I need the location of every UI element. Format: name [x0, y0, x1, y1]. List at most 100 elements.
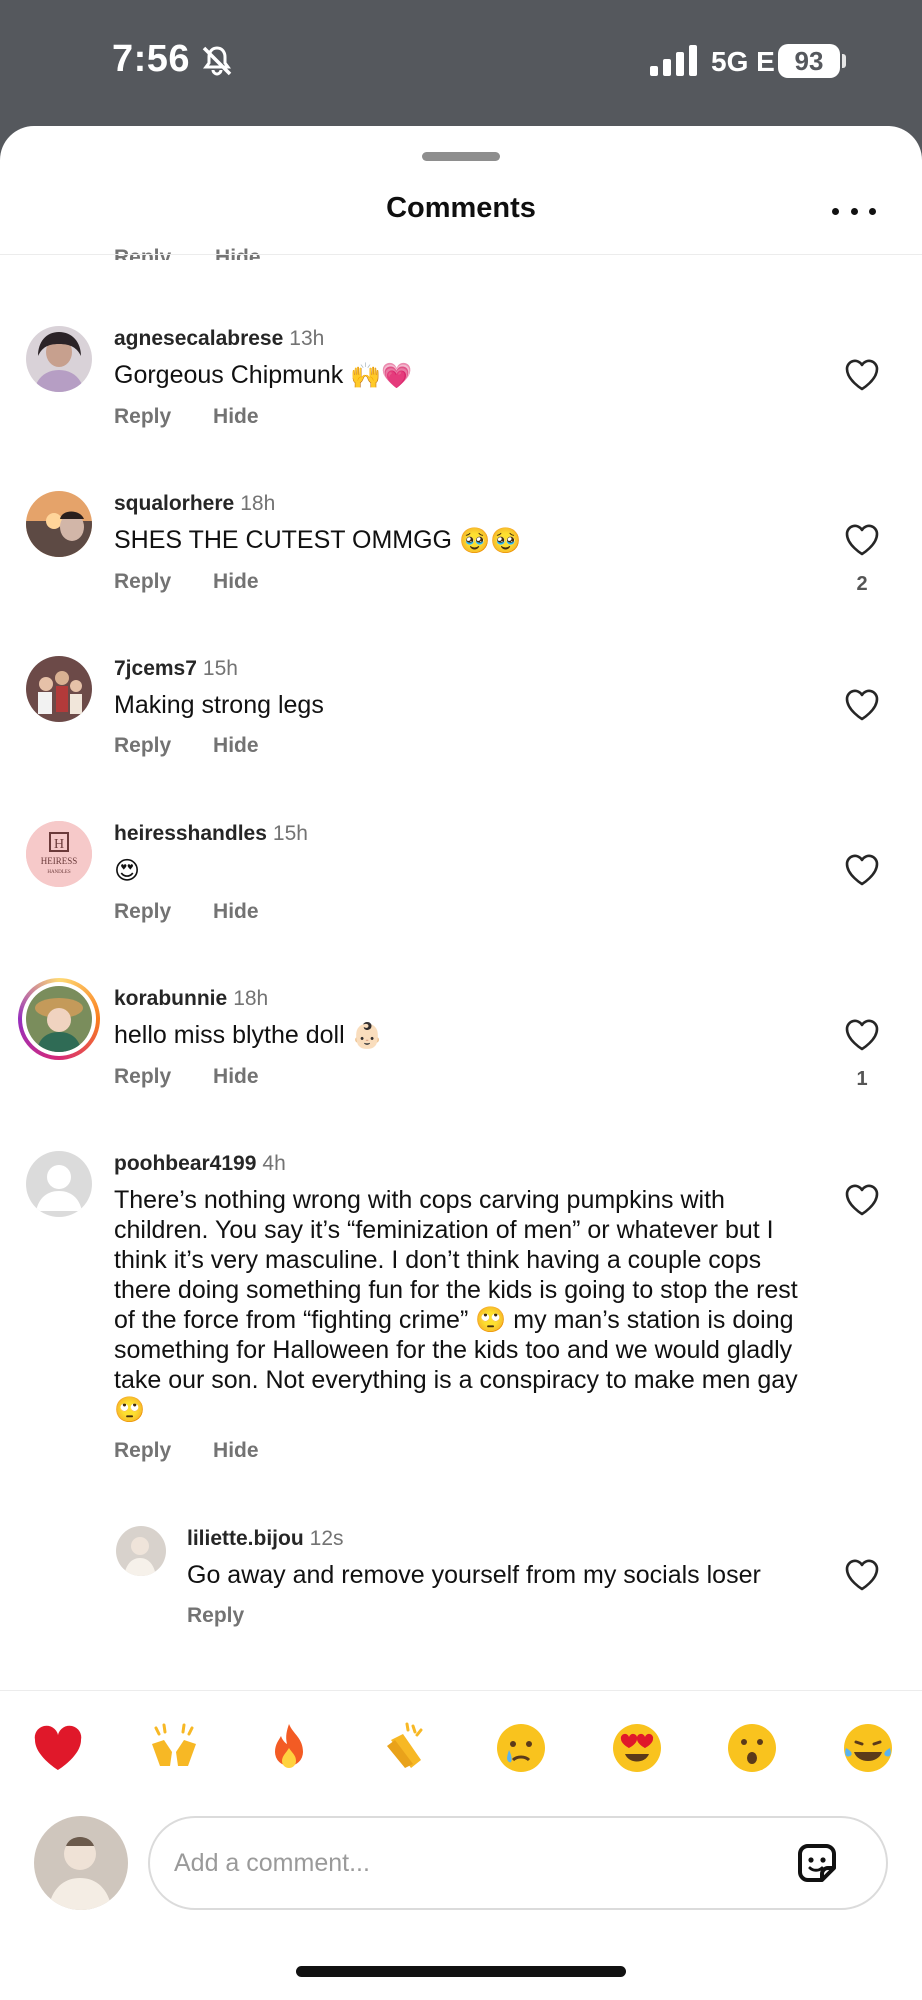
avatar[interactable]: H HEIRESS HANDLES: [26, 821, 92, 887]
heart-eyes-reaction-icon[interactable]: [609, 1720, 665, 1776]
like-count: 2: [856, 573, 868, 595]
comment-actions: Reply Hide: [114, 570, 802, 594]
comments-sheet: Comments Reply Hide agnesecalabrese 13h G…: [0, 126, 922, 2000]
comment-actions: Reply: [187, 1604, 802, 1628]
avatar[interactable]: [26, 491, 92, 557]
reply-link[interactable]: Reply: [114, 405, 171, 428]
svg-text:H: H: [54, 837, 64, 852]
hide-link[interactable]: Hide: [213, 900, 259, 923]
comment-time: 13h: [289, 327, 325, 350]
heart-eyes-emoji: 😍: [114, 857, 141, 886]
hide-link[interactable]: Hide: [213, 734, 259, 757]
avatar[interactable]: [26, 326, 92, 392]
like-count: 1: [856, 1068, 868, 1090]
composer-divider: [0, 1690, 922, 1691]
story-ring[interactable]: [18, 978, 100, 1060]
comment-body: 7jcems7 15h Making strong legs Reply Hide: [114, 656, 802, 758]
comment-text: SHES THE CUTEST OMMGG 🥹🥹: [114, 525, 802, 556]
comment-header: squalorhere 18h: [114, 491, 802, 517]
hide-link[interactable]: Hide: [213, 405, 259, 428]
heart-icon[interactable]: [842, 1014, 882, 1054]
status-time: 7:56: [112, 38, 191, 80]
pleading-face-emoji: 🥹: [490, 527, 522, 556]
comment-text: 😍: [114, 855, 802, 886]
comment-actions: Reply Hide: [114, 405, 802, 429]
reply-link[interactable]: Reply: [114, 1439, 171, 1462]
header-divider: [0, 254, 922, 255]
surprised-face-reaction-icon[interactable]: [724, 1720, 780, 1776]
comment-text: Go away and remove yourself from my soci…: [187, 1561, 761, 1589]
current-user-avatar: [34, 1816, 128, 1910]
comment-username[interactable]: agnesecalabrese: [114, 327, 283, 350]
comment-body: heiresshandles 15h 😍 Reply Hide: [114, 821, 802, 924]
comment-body: liliette.bijou 12s Go away and remove you…: [187, 1526, 802, 1628]
comment-text: hello miss blythe doll 👶🏻: [114, 1020, 802, 1051]
clapping-hands-reaction-icon[interactable]: [377, 1720, 433, 1776]
comment-text-content: SHES THE CUTEST OMMGG: [114, 526, 453, 554]
battery-indicator: 93: [778, 44, 840, 78]
comment-username[interactable]: liliette.bijou: [187, 1527, 304, 1550]
reply-link[interactable]: Reply: [114, 734, 171, 757]
heart-icon[interactable]: [842, 519, 882, 559]
avatar[interactable]: [26, 1151, 92, 1217]
heart-icon[interactable]: [842, 354, 882, 394]
crying-face-reaction-icon[interactable]: [493, 1720, 549, 1776]
sticker-icon[interactable]: [792, 1838, 842, 1888]
laughing-face-reaction-icon[interactable]: [840, 1720, 896, 1776]
quick-reactions-bar: [30, 1718, 896, 1778]
reply-link[interactable]: Reply: [187, 1604, 244, 1627]
hide-link[interactable]: Hide: [215, 246, 261, 260]
status-bar: 7:56 5G E 93: [0, 0, 922, 128]
heart-icon[interactable]: [842, 684, 882, 724]
reply-link[interactable]: Reply: [114, 1065, 171, 1088]
heart-icon[interactable]: [842, 1179, 882, 1219]
comment-username[interactable]: squalorhere: [114, 492, 234, 515]
comment-text: Gorgeous Chipmunk 🙌💗: [114, 360, 802, 391]
comment-time: 18h: [233, 987, 269, 1010]
comment-body: poohbear4199 4h There’s nothing wrong wit…: [114, 1151, 802, 1463]
avatar: [22, 982, 96, 1056]
battery-nub: [842, 54, 846, 68]
more-options-button[interactable]: [826, 196, 882, 226]
comment-header: 7jcems7 15h: [114, 656, 802, 682]
comment-time: 4h: [262, 1152, 286, 1175]
bell-muted-icon: [202, 46, 232, 76]
comment-actions: Reply Hide: [114, 1065, 802, 1089]
raising-hands-reaction-icon[interactable]: [146, 1720, 202, 1776]
comment-header: korabunnie 18h: [114, 986, 802, 1012]
baby-emoji: 👶🏻: [351, 1022, 383, 1051]
comment-time: 12s: [309, 1527, 344, 1550]
red-heart-reaction-icon[interactable]: [30, 1720, 86, 1776]
comment-text-content: Gorgeous Chipmunk: [114, 361, 344, 389]
comment-body: agnesecalabrese 13h Gorgeous Chipmunk 🙌💗 …: [114, 326, 802, 429]
comment-input[interactable]: Add a comment...: [148, 1816, 888, 1910]
comment-time: 15h: [272, 822, 308, 845]
hide-link[interactable]: Hide: [213, 570, 259, 593]
fire-reaction-icon[interactable]: [261, 1720, 317, 1776]
avatar[interactable]: [116, 1526, 166, 1576]
avatar[interactable]: [26, 656, 92, 722]
comment-time: 15h: [202, 657, 238, 680]
comment-username[interactable]: heiresshandles: [114, 822, 267, 845]
comment-username[interactable]: 7jcems7: [114, 657, 197, 680]
reply-link[interactable]: Reply: [114, 900, 171, 923]
heart-icon[interactable]: [842, 1554, 882, 1594]
heart-icon[interactable]: [842, 849, 882, 889]
comment-actions: Reply Hide: [114, 900, 802, 924]
comment-header: poohbear4199 4h: [114, 1151, 802, 1177]
sheet-drag-handle[interactable]: [422, 152, 500, 161]
comment-username[interactable]: korabunnie: [114, 987, 227, 1010]
hide-link[interactable]: Hide: [213, 1439, 259, 1462]
previous-comment-actions: Reply Hide: [114, 246, 299, 260]
comment-actions: Reply Hide: [114, 1439, 802, 1463]
comment-header: heiresshandles 15h: [114, 821, 802, 847]
hide-link[interactable]: Hide: [213, 1065, 259, 1088]
comment-username[interactable]: poohbear4199: [114, 1152, 256, 1175]
home-indicator[interactable]: [296, 1966, 626, 1977]
comment-header: liliette.bijou 12s: [187, 1526, 802, 1552]
avatar-logo-text-bottom: HANDLES: [47, 870, 71, 875]
reply-link[interactable]: Reply: [114, 246, 171, 260]
growing-heart-emoji: 💗: [381, 362, 413, 391]
reply-link[interactable]: Reply: [114, 570, 171, 593]
comment-time: 18h: [240, 492, 276, 515]
